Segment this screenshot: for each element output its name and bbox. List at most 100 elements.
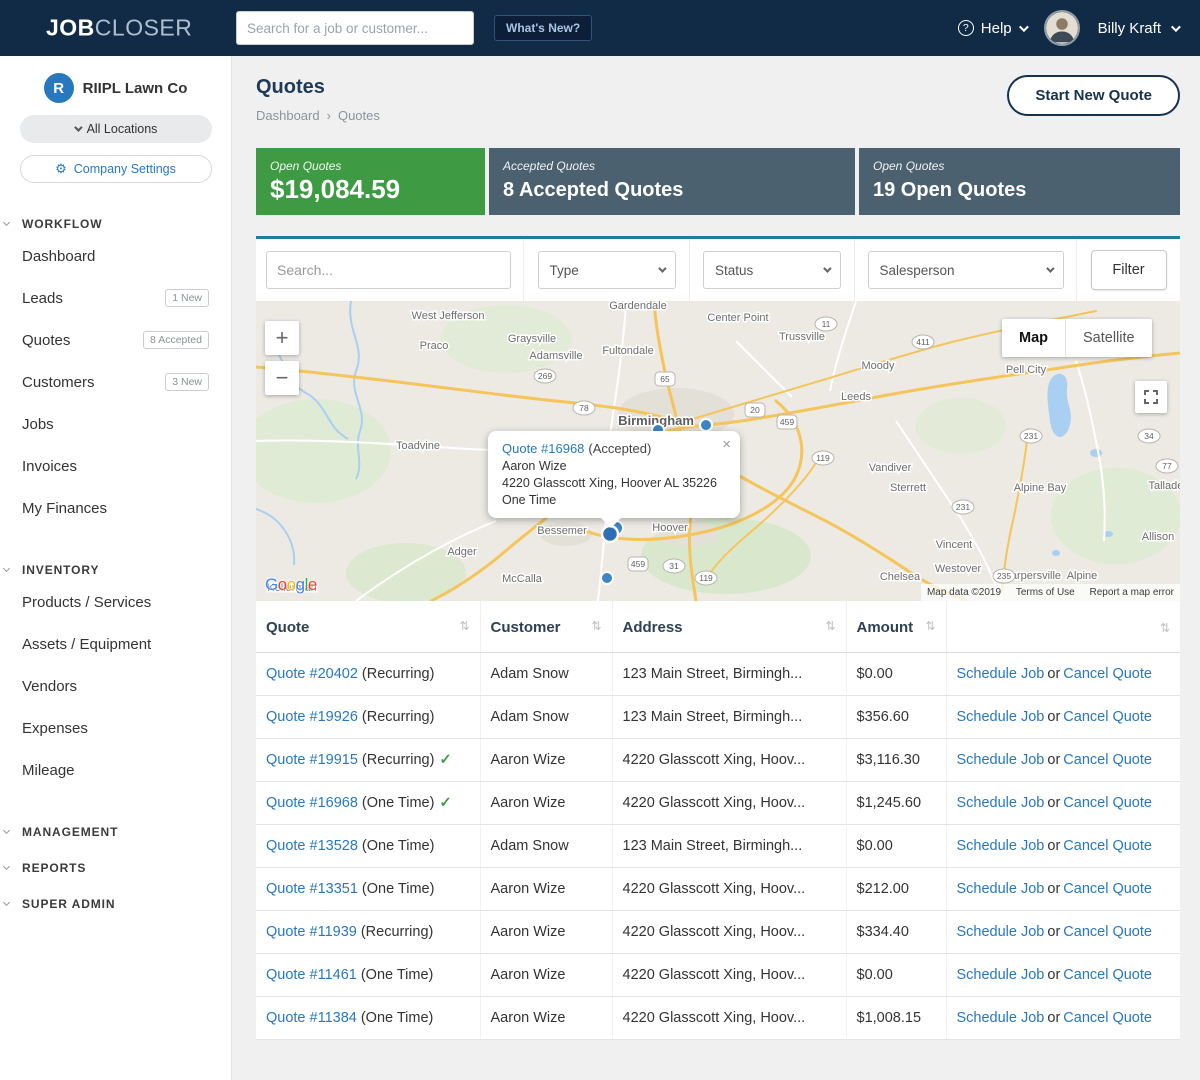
cancel-quote-link[interactable]: Cancel Quote [1063,1010,1152,1026]
quote-link[interactable]: Quote #11461 [266,967,357,983]
column-header-address[interactable]: ⇅Address [612,601,846,653]
sidebar-item[interactable]: Jobs [0,403,231,445]
sidebar-item[interactable]: Customers 3 New [0,361,231,403]
fullscreen-icon [1144,390,1158,404]
map-pin[interactable] [602,526,618,542]
amount-cell: $3,116.30 [846,739,946,782]
map-place-label: Westover [935,563,982,575]
type-select[interactable]: Type [538,251,676,289]
cancel-quote-link[interactable]: Cancel Quote [1063,881,1152,897]
status-select[interactable]: Status [703,251,841,289]
salesperson-select[interactable]: Salesperson [868,251,1064,289]
sidebar-item-label: Invoices [22,458,77,475]
section-reports[interactable]: REPORTS [0,861,231,875]
route-shield: 11 [815,317,837,331]
section-management[interactable]: MANAGEMENT [0,825,231,839]
cancel-quote-link[interactable]: Cancel Quote [1063,795,1152,811]
section-workflow[interactable]: WORKFLOW [0,217,231,231]
column-header-quote[interactable]: ⇅Quote [256,601,480,653]
schedule-job-link[interactable]: Schedule Job [957,709,1045,725]
cancel-quote-link[interactable]: Cancel Quote [1063,924,1152,940]
quote-link[interactable]: Quote #19926 [266,709,358,725]
sidebar-item[interactable]: Mileage [0,749,231,791]
schedule-job-link[interactable]: Schedule Job [957,795,1045,811]
sidebar-item[interactable]: Invoices [0,445,231,487]
route-shield: 119 [695,571,717,585]
sidebar-item[interactable]: My Finances [0,487,231,529]
quote-link[interactable]: Quote #13351 [266,881,358,897]
svg-text:231: 231 [1024,431,1038,441]
quote-type: (Recurring) [362,709,435,725]
sidebar-item[interactable]: Vendors [0,665,231,707]
zoom-in-button[interactable]: + [265,321,299,355]
quote-link[interactable]: Quote #19915 [266,752,358,768]
sidebar-item[interactable]: Leads 1 New [0,277,231,319]
cancel-quote-link[interactable]: Cancel Quote [1063,752,1152,768]
sidebar-item[interactable]: Products / Services [0,581,231,623]
customer-cell: Aaron Wize [480,739,612,782]
section-super-admin[interactable]: SUPER ADMIN [0,897,231,911]
map-pin[interactable] [601,572,613,584]
schedule-job-link[interactable]: Schedule Job [957,752,1045,768]
route-shield: 34 [1138,429,1160,443]
schedule-job-link[interactable]: Schedule Job [957,924,1045,940]
user-menu[interactable]: Billy Kraft [1098,20,1178,37]
schedule-job-link[interactable]: Schedule Job [957,666,1045,682]
quote-link[interactable]: Quote #11384 [266,1010,357,1026]
quote-link[interactable]: Quote #11939 [266,924,357,940]
close-icon[interactable]: × [722,436,731,453]
company-avatar: R [44,73,74,103]
section-inventory[interactable]: INVENTORY [0,563,231,577]
breadcrumb-dashboard[interactable]: Dashboard [256,108,320,123]
main-content: Quotes Dashboard›Quotes Start New Quote … [232,56,1200,1080]
map-pin[interactable] [700,419,712,431]
map-view-button[interactable]: Map [1002,319,1065,357]
cancel-quote-link[interactable]: Cancel Quote [1063,666,1152,682]
zoom-out-button[interactable]: − [265,361,299,395]
report-map-error-link[interactable]: Report a map error [1090,587,1174,598]
column-header-customer[interactable]: ⇅Customer [480,601,612,653]
user-avatar[interactable] [1044,10,1080,46]
terms-of-use-link[interactable]: Terms of Use [1016,587,1075,598]
avatar-silhouette [1046,12,1078,44]
google-logo[interactable]: Google [265,575,317,595]
fullscreen-button[interactable] [1135,381,1167,413]
table-row: Quote #13528(One Time) Adam Snow 123 Mai… [256,825,1180,868]
route-shield: 459 [777,415,797,429]
quotes-search-input[interactable] [266,251,511,289]
schedule-job-link[interactable]: Schedule Job [957,967,1045,983]
stat-open-quotes-count: Open Quotes 19 Open Quotes [859,148,1180,215]
schedule-job-link[interactable]: Schedule Job [957,1010,1045,1026]
schedule-job-link[interactable]: Schedule Job [957,881,1045,897]
global-search-input[interactable] [236,11,474,45]
sidebar-item[interactable]: Assets / Equipment [0,623,231,665]
help-menu[interactable]: ? Help [958,20,1026,37]
satellite-view-button[interactable]: Satellite [1065,319,1152,357]
quote-link[interactable]: Quote #20402 [266,666,358,682]
info-window-quote-link[interactable]: Quote #16968 [502,441,584,456]
sidebar-item-badge: 1 New [165,289,209,307]
map-place-label: Talladega [1148,480,1180,492]
amount-cell: $0.00 [846,653,946,696]
column-header-amount[interactable]: ⇅Amount [846,601,946,653]
table-row: Quote #16968(One Time)✓ Aaron Wize 4220 … [256,782,1180,825]
company-settings-button[interactable]: ⚙ Company Settings [20,155,212,183]
cancel-quote-link[interactable]: Cancel Quote [1063,709,1152,725]
filter-button[interactable]: Filter [1091,250,1167,290]
column-header-actions[interactable]: ⇅ [946,601,1180,653]
quote-link[interactable]: Quote #13528 [266,838,358,854]
start-new-quote-button[interactable]: Start New Quote [1007,75,1180,116]
sidebar-item-badge: 3 New [165,373,209,391]
quotes-map[interactable]: GardendaleWest JeffersonPracoGraysvilleA… [256,301,1180,601]
sidebar-item-label: Products / Services [22,594,151,611]
quote-link[interactable]: Quote #16968 [266,795,358,811]
sidebar-item[interactable]: Dashboard [0,235,231,277]
sidebar-item[interactable]: Quotes 8 Accepted [0,319,231,361]
all-locations-dropdown[interactable]: All Locations [20,115,212,143]
map-place-label: Allison [1142,531,1174,543]
cancel-quote-link[interactable]: Cancel Quote [1063,838,1152,854]
whats-new-button[interactable]: What's New? [494,15,592,41]
schedule-job-link[interactable]: Schedule Job [957,838,1045,854]
sidebar-item[interactable]: Expenses [0,707,231,749]
cancel-quote-link[interactable]: Cancel Quote [1063,967,1152,983]
